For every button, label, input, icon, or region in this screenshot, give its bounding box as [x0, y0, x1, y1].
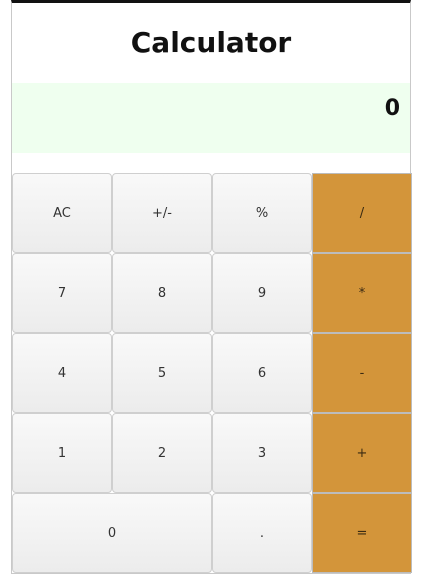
- sign-toggle-button[interactable]: +/-: [112, 173, 212, 253]
- digit-4-button[interactable]: 4: [12, 333, 112, 413]
- digit-7-button[interactable]: 7: [12, 253, 112, 333]
- ac-button[interactable]: AC: [12, 173, 112, 253]
- digit-9-button[interactable]: 9: [212, 253, 312, 333]
- digit-0-button[interactable]: 0: [12, 493, 212, 573]
- multiply-button[interactable]: *: [312, 253, 412, 333]
- subtract-button[interactable]: -: [312, 333, 412, 413]
- add-button[interactable]: +: [312, 413, 412, 493]
- equals-button[interactable]: =: [312, 493, 412, 573]
- digit-1-button[interactable]: 1: [12, 413, 112, 493]
- digit-6-button[interactable]: 6: [212, 333, 312, 413]
- app-title: Calculator: [130, 26, 292, 59]
- result-display: 0: [12, 83, 410, 153]
- divide-button[interactable]: /: [312, 173, 412, 253]
- calculator-window: Calculator 0 AC +/- % / 7 8 9 * 4 5 6 - …: [11, 0, 412, 574]
- digit-2-button[interactable]: 2: [112, 413, 212, 493]
- keypad: AC +/- % / 7 8 9 * 4 5 6 - 1 2 3 + 0 . =: [12, 173, 412, 573]
- decimal-button[interactable]: .: [212, 493, 312, 573]
- digit-5-button[interactable]: 5: [112, 333, 212, 413]
- percent-button[interactable]: %: [212, 173, 312, 253]
- digit-3-button[interactable]: 3: [212, 413, 312, 493]
- digit-8-button[interactable]: 8: [112, 253, 212, 333]
